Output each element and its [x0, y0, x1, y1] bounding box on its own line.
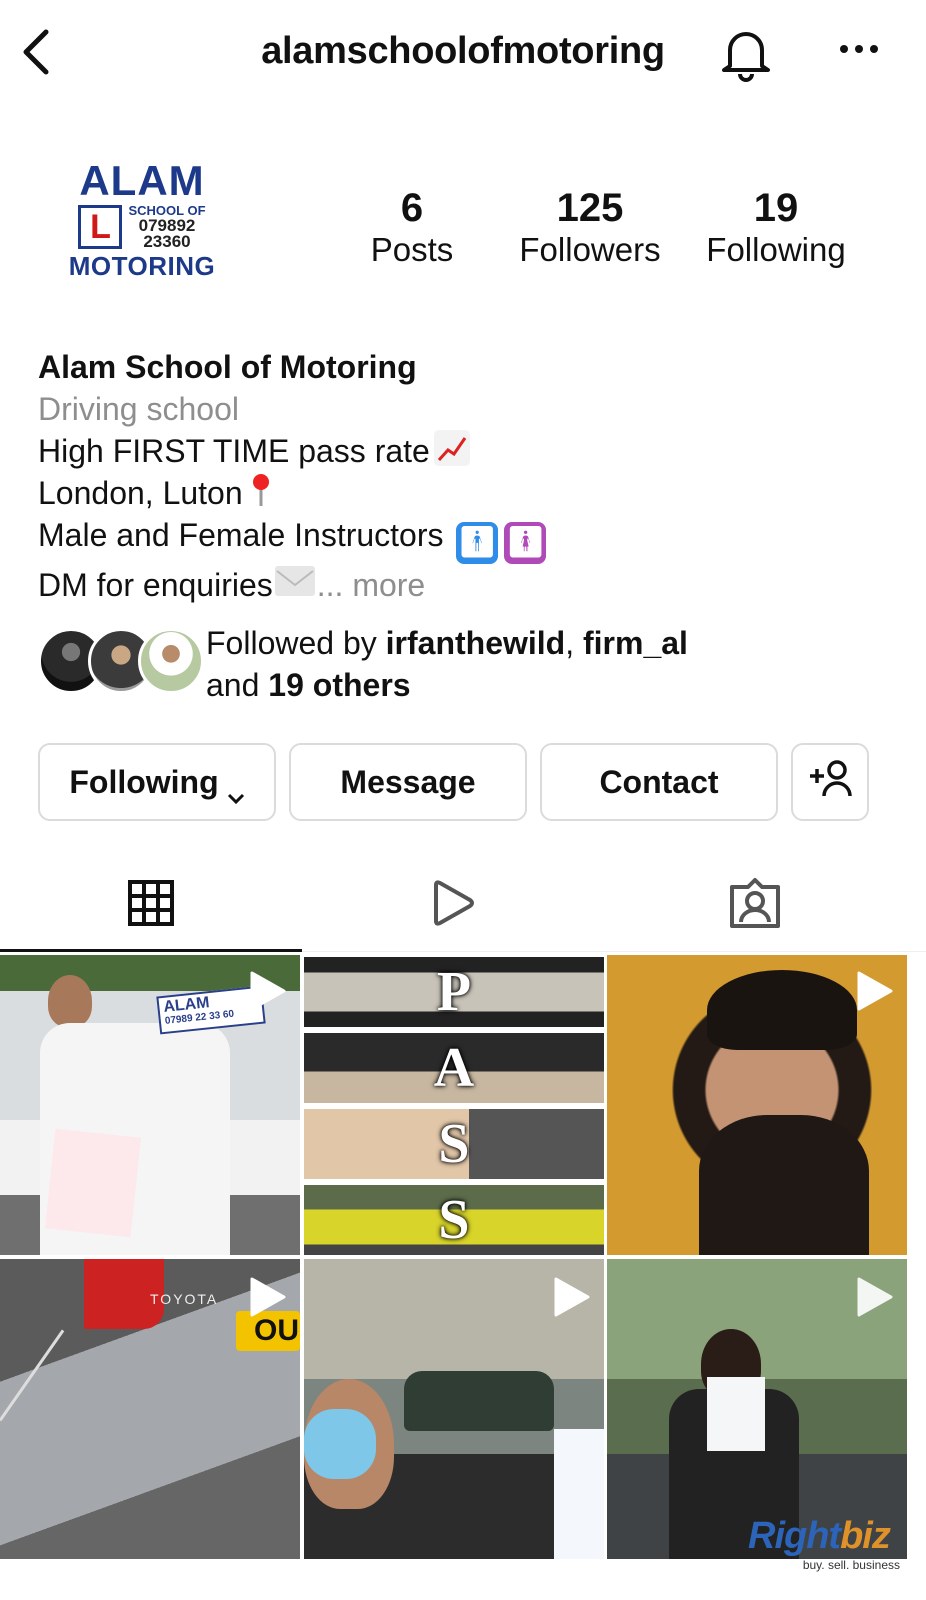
active-tab-indicator [0, 949, 302, 952]
add-user-button[interactable] [791, 743, 869, 821]
following-button[interactable]: Following [38, 743, 276, 821]
photo-hair [707, 970, 857, 1050]
message-button[interactable]: Message [289, 743, 527, 821]
photo-strip-letter: S [304, 1185, 604, 1255]
bio-line-text: High FIRST TIME pass rate [38, 433, 430, 469]
stat-followers-count: 125 [556, 186, 624, 230]
follower-link-irfanthewild[interactable]: irfanthewild [386, 625, 566, 661]
watermark-tagline: buy. sell. business [802, 1558, 900, 1572]
stat-following-count: 19 [753, 186, 799, 230]
profile-avatar[interactable]: ALAM L SCHOOL OF 079892 23360 MOTORING [52, 160, 232, 310]
post-thumbnail[interactable] [304, 1259, 604, 1559]
profile-bio: Alam School of Motoring Driving school H… [38, 346, 898, 606]
tagged-icon [728, 877, 782, 934]
more-options-icon[interactable] [836, 34, 882, 64]
post-thumbnail[interactable]: TOYOTA OU [0, 1259, 300, 1559]
womens-room-icon: 🚺︎ [504, 522, 547, 564]
play-icon [244, 969, 288, 1013]
photo-strip-letter: A [304, 1033, 604, 1103]
bio-more-link[interactable]: ... more [317, 567, 425, 603]
watermark-right: Right [748, 1515, 841, 1557]
stat-followers-label: Followers [519, 231, 661, 268]
tab-tagged[interactable] [604, 872, 906, 938]
photo-beard [699, 1115, 869, 1255]
bio-line: London, Luton [38, 472, 898, 514]
bio-line-text: DM for enquiries [38, 567, 273, 603]
photo-strip-letter: S [304, 1109, 604, 1179]
profile-category: Driving school [38, 391, 239, 427]
following-button-label: Following [69, 763, 219, 800]
follower-link-firm-al[interactable]: firm_al [583, 625, 688, 661]
tab-posts-grid[interactable] [0, 872, 302, 938]
contact-button[interactable]: Contact [540, 743, 778, 821]
photo-car-brand: TOYOTA [150, 1291, 219, 1307]
play-icon [548, 1275, 592, 1319]
stat-posts-label: Posts [370, 231, 454, 268]
play-icon [851, 969, 895, 1013]
photo-certificate [45, 1128, 141, 1238]
logo-phone-line2: 23360 [143, 232, 191, 251]
followed-by-text: Followed by irfanthewild, firm_al and 19… [206, 625, 688, 703]
post-thumbnail[interactable]: ALAM 07989 22 33 60 [0, 955, 300, 1255]
photo-face-mask [304, 1409, 376, 1479]
profile-display-name: Alam School of Motoring [38, 349, 417, 385]
mens-room-icon: 🚹︎ [456, 522, 499, 564]
photo-parked-car [404, 1371, 554, 1431]
play-icon [851, 1275, 895, 1319]
bio-line-text: Male and Female Instructors [38, 517, 444, 553]
stat-posts-count: 6 [400, 186, 424, 230]
photo-parking-line [0, 1329, 65, 1422]
grid-icon [127, 879, 175, 932]
stat-following-label: Following [706, 231, 846, 268]
bio-line-text: London, Luton [38, 475, 243, 511]
followed-by[interactable]: Followed by irfanthewild, firm_al and 19… [38, 622, 898, 712]
profile-username: alamschoolofmotoring [261, 30, 665, 72]
bell-icon[interactable] [718, 22, 774, 82]
play-icon [244, 1275, 288, 1319]
logo-text-motoring: MOTORING [68, 251, 216, 281]
bio-line: High FIRST TIME pass rate [38, 430, 898, 472]
chevron-down-icon [227, 776, 245, 805]
photo-certificate [554, 1429, 604, 1559]
stat-followers[interactable]: 125 Followers [500, 186, 680, 270]
logo-middle: L SCHOOL OF 079892 23360 [78, 204, 206, 251]
post-thumbnail[interactable] [607, 955, 907, 1255]
reels-icon [430, 879, 476, 932]
learner-plate-icon: L [78, 205, 123, 249]
bio-line: Male and Female Instructors 🚹︎ 🚺︎ [38, 514, 898, 564]
photo-person-head [48, 975, 92, 1027]
message-button-label: Message [340, 763, 476, 800]
photo-strip-letter: P [304, 957, 604, 1027]
follower-avatar [138, 628, 204, 694]
logo-text-alam: ALAM [79, 157, 205, 204]
contact-button-label: Contact [599, 763, 719, 800]
bio-line: DM for enquiries ... more [38, 564, 898, 606]
chart-increasing-icon [433, 430, 470, 466]
envelope-icon [274, 566, 315, 596]
follower-others-link[interactable]: 19 others [268, 667, 410, 703]
post-thumbnail[interactable]: P A S S [304, 955, 604, 1255]
tab-reels[interactable] [302, 872, 604, 938]
add-user-icon [806, 758, 854, 806]
stat-following[interactable]: 19 Following [686, 186, 866, 270]
rightbiz-watermark: Rightbiz buy. sell. business [748, 1514, 918, 1594]
stat-posts[interactable]: 6 Posts [322, 186, 502, 270]
pin-icon [247, 472, 275, 508]
watermark-biz: biz [840, 1515, 891, 1557]
photo-certificate [707, 1377, 765, 1451]
top-bar: alamschoolofmotoring [0, 0, 926, 110]
